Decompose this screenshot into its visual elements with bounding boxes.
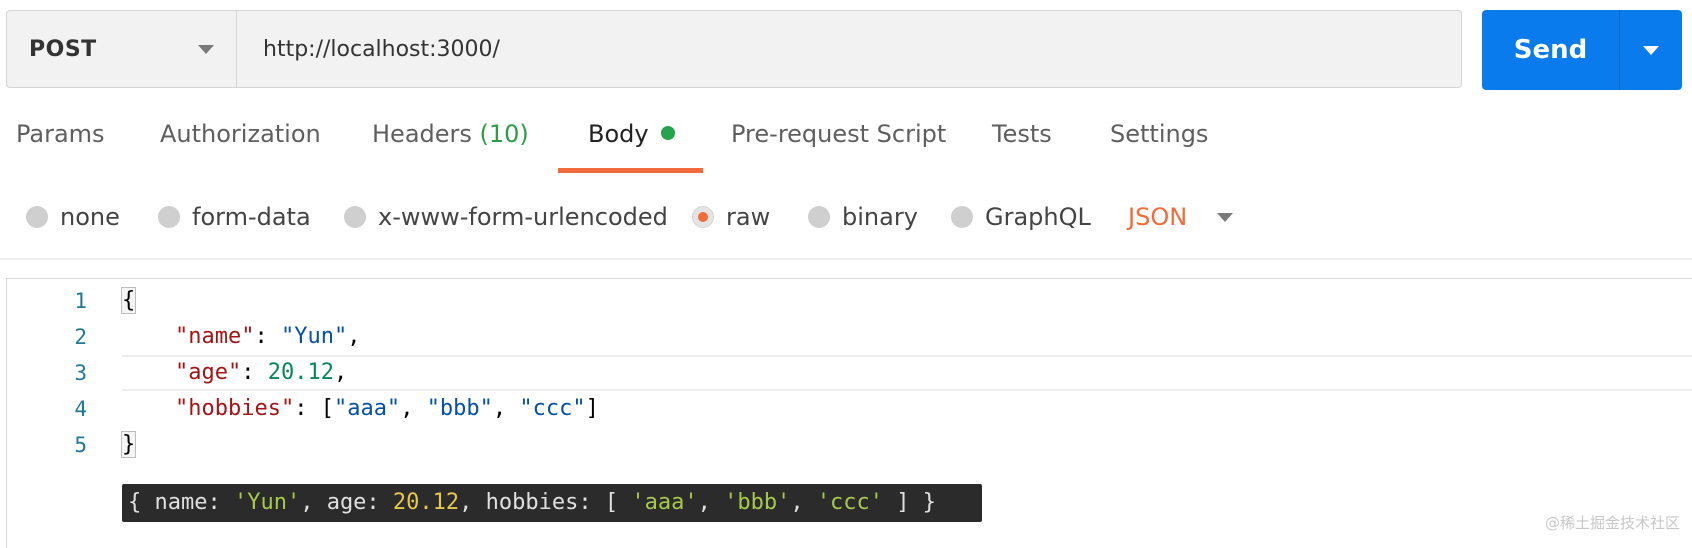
send-button[interactable]: Send — [1482, 10, 1619, 90]
radio-circle-icon — [808, 206, 830, 228]
body-status-dot-icon — [660, 126, 675, 140]
radio-circle-icon — [158, 206, 180, 228]
body-format-select[interactable]: JSON — [1128, 192, 1234, 242]
line-number: 3 — [74, 361, 87, 385]
console-punct: , age: — [300, 490, 393, 515]
json-number: 20.12 — [267, 360, 334, 385]
tab-settings[interactable]: Settings — [1110, 106, 1208, 162]
tab-params[interactable]: Params — [16, 106, 105, 162]
line-number: 5 — [74, 433, 87, 457]
radio-x-www-form-urlencoded[interactable]: x-www-form-urlencoded — [344, 192, 668, 242]
json-comma: , — [347, 324, 361, 349]
radio-form-data[interactable]: form-data — [158, 192, 311, 242]
code-line-current: "age": 20.12, — [122, 355, 1692, 391]
radio-selected-icon — [692, 206, 714, 228]
code-area[interactable]: { "name": "Yun", "age": 20.12, "hobbies"… — [120, 283, 1692, 463]
console-punct: , hobbies: [ — [459, 490, 632, 515]
radio-binary-label: binary — [842, 203, 918, 231]
radio-binary[interactable]: binary — [808, 192, 918, 242]
method-select[interactable]: POST — [7, 11, 237, 87]
json-string: "aaa" — [333, 396, 401, 421]
radio-form-data-label: form-data — [192, 203, 311, 231]
console-string: 'aaa' — [631, 490, 698, 515]
chevron-down-icon — [1217, 212, 1234, 222]
active-tab-underline — [558, 168, 703, 173]
watermark: @稀土掘金技术社区 — [1544, 514, 1680, 532]
radio-circle-icon — [344, 206, 366, 228]
json-string: "ccc" — [519, 396, 586, 421]
json-array-open: [ — [320, 396, 334, 421]
radio-graphql-label: GraphQL — [985, 203, 1091, 231]
tab-headers[interactable]: Headers (10) — [372, 106, 529, 162]
radio-circle-icon — [951, 206, 973, 228]
url-input[interactable] — [237, 11, 1461, 87]
console-number: 20.12 — [392, 490, 460, 515]
tab-headers-label: Headers — [372, 120, 472, 148]
body-type-options: none form-data x-www-form-urlencoded raw… — [0, 192, 1692, 242]
console-punct: , — [697, 490, 725, 515]
request-tabs: Params Authorization Headers (10) Body P… — [0, 106, 1692, 173]
radio-raw-label: raw — [726, 203, 771, 231]
json-key: "age" — [174, 360, 242, 385]
radio-graphql[interactable]: GraphQL — [951, 192, 1091, 242]
close-brace: } — [120, 431, 137, 458]
code-line: "name": "Yun", — [122, 319, 1692, 355]
radio-circle-icon — [26, 206, 48, 228]
json-comma: , — [333, 360, 348, 385]
tab-body-label: Body — [588, 120, 649, 148]
console-punct: , — [790, 490, 817, 515]
json-string: "Yun" — [280, 324, 348, 349]
radio-none[interactable]: none — [26, 192, 120, 242]
method-label: POST — [29, 36, 97, 62]
line-number: 2 — [74, 325, 87, 349]
json-colon: : — [294, 396, 321, 421]
radio-x-www-form-urlencoded-label: x-www-form-urlencoded — [378, 203, 668, 231]
console-punct: { name: — [128, 490, 234, 515]
code-line: } — [120, 427, 1692, 463]
radio-none-label: none — [60, 203, 120, 231]
json-colon: : — [241, 360, 268, 385]
console-string: 'bbb' — [724, 490, 791, 515]
code-line: "hobbies": ["aaa", "bbb", "ccc"] — [122, 391, 1692, 427]
code-line: { — [120, 283, 1692, 319]
json-key: "hobbies" — [174, 396, 295, 421]
json-string: "bbb" — [426, 396, 493, 421]
tab-body[interactable]: Body — [588, 106, 675, 162]
radio-raw[interactable]: raw — [692, 192, 770, 242]
json-key: "name" — [174, 324, 255, 349]
line-number: 4 — [74, 397, 87, 421]
console-output: { name: 'Yun', age: 20.12, hobbies: [ 'a… — [122, 484, 982, 522]
body-format-label: JSON — [1128, 203, 1188, 231]
json-sep: , — [400, 396, 427, 421]
console-string: 'Yun' — [233, 490, 301, 515]
request-bar: POST — [6, 10, 1462, 88]
tab-authorization[interactable]: Authorization — [160, 106, 321, 162]
send-options-dropdown[interactable] — [1620, 10, 1682, 90]
open-brace: { — [120, 287, 137, 314]
tab-pre-request-script[interactable]: Pre-request Script — [731, 106, 946, 162]
json-array-close: ] — [585, 396, 599, 421]
send-group: Send — [1482, 10, 1682, 90]
section-divider — [0, 258, 1692, 260]
line-number: 1 — [74, 289, 87, 313]
json-colon: : — [254, 324, 281, 349]
chevron-down-icon — [1643, 45, 1659, 55]
console-punct: ] } — [883, 490, 937, 515]
line-number-gutter: 1 2 3 4 5 — [7, 283, 87, 463]
tab-tests[interactable]: Tests — [992, 106, 1052, 162]
console-string: 'ccc' — [816, 490, 884, 515]
headers-count-badge: (10) — [479, 120, 529, 148]
json-sep: , — [492, 396, 520, 421]
chevron-down-icon — [198, 44, 214, 54]
